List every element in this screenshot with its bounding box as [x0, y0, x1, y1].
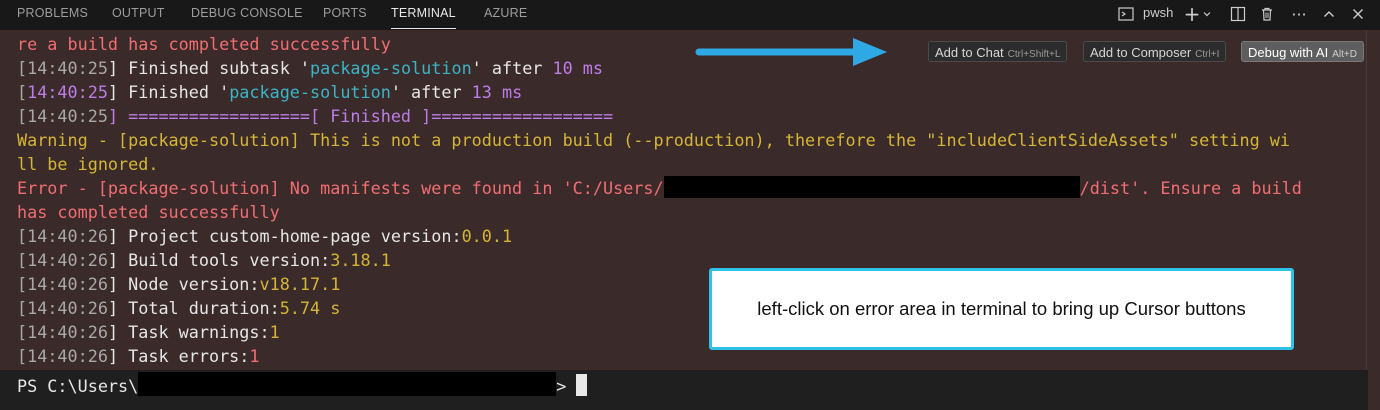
terminal-line: [14:40:26] Project custom-home-page vers… — [17, 226, 513, 246]
timestamp: 14:40:25 — [27, 82, 108, 102]
timestamp: 14:40:26 — [27, 226, 108, 246]
timestamp: 14:40:26 — [27, 250, 108, 270]
panel-tab-bar: PROBLEMS OUTPUT DEBUG CONSOLE PORTS TERM… — [0, 0, 1380, 31]
annotation-callout: left-click on error area in terminal to … — [709, 268, 1294, 350]
task-name: package-solution — [229, 82, 391, 102]
timestamp: 14:40:25 — [27, 58, 108, 78]
terminal-line: has completed successfully — [17, 200, 280, 224]
log-text: ] Finished ' — [107, 82, 230, 102]
log-text: ] Task warnings: — [107, 322, 270, 342]
count-value: 1 — [249, 346, 260, 366]
version-value: v18.17.1 — [259, 274, 341, 294]
annotation-arrow — [695, 38, 887, 66]
terminal-prompt[interactable]: PS C:\Users\ > — [17, 372, 588, 398]
add-to-chat-button[interactable]: Add to Chat Ctrl+Shift+L — [928, 41, 1068, 62]
warning-text: ll be ignored. — [17, 154, 159, 174]
tab-terminal[interactable]: TERMINAL — [391, 0, 456, 30]
log-text: ] Finished subtask ' — [107, 58, 311, 78]
chevron-up-icon[interactable] — [1319, 4, 1339, 24]
error-text: Error - [package-solution] No manifests … — [17, 178, 664, 198]
terminal-line: [14:40:26] Task warnings:1 — [17, 322, 280, 342]
terminal-line: [14:40:25] ==================[ Finished … — [17, 106, 614, 126]
log-text: ] Node version: — [107, 274, 260, 294]
tab-ports[interactable]: PORTS — [323, 0, 367, 30]
prompt-symbol: > — [556, 376, 567, 396]
error-text: /dist'. Ensure a build — [1079, 178, 1302, 198]
scrollbar[interactable] — [1366, 30, 1370, 410]
version-value: 0.0.1 — [461, 226, 513, 246]
terminal-line: [14:40:26] Node version:v18.17.1 — [17, 274, 341, 294]
warning-text: Warning - [package-solution] This is not… — [17, 130, 1290, 150]
terminal-icon[interactable] — [1116, 4, 1136, 24]
redaction-bar — [663, 176, 1080, 198]
terminal-line: ll be ignored. — [17, 152, 158, 176]
close-icon[interactable] — [1348, 4, 1368, 24]
annotation-text: left-click on error area in terminal to … — [757, 298, 1246, 319]
terminal-line: Warning - [package-solution] This is not… — [17, 128, 1290, 152]
task-name: package-solution — [310, 58, 472, 78]
tab-problems[interactable]: PROBLEMS — [17, 0, 88, 30]
duration: 13 ms — [471, 82, 523, 102]
text-cursor — [576, 374, 588, 396]
terminal-line: Error - [package-solution] No manifests … — [17, 176, 1302, 200]
terminal-line: [14:40:26] Build tools version:3.18.1 — [17, 250, 391, 270]
duration: 10 ms — [552, 58, 604, 78]
error-text: re a build has completed successfully — [17, 34, 391, 54]
timestamp: 14:40:26 — [27, 322, 108, 342]
log-text: ] Project custom-home-page version: — [107, 226, 462, 246]
timestamp: 14:40:25 — [27, 106, 108, 126]
add-to-composer-button[interactable]: Add to Composer Ctrl+I — [1083, 41, 1227, 62]
tab-debug-console[interactable]: DEBUG CONSOLE — [191, 0, 303, 30]
chevron-down-icon[interactable] — [1201, 4, 1213, 24]
tab-output[interactable]: OUTPUT — [112, 0, 165, 30]
terminal-line: [14:40:25] Finished subtask 'package-sol… — [17, 58, 604, 78]
finished-banner: ] ==================[ Finished ]========… — [107, 106, 614, 126]
terminal-line: [14:40:25] Finished 'package-solution' a… — [17, 82, 523, 102]
timestamp: 14:40:26 — [27, 346, 108, 366]
trash-icon[interactable] — [1257, 4, 1277, 24]
version-value: 3.18.1 — [330, 250, 391, 270]
timestamp: 14:40:26 — [27, 298, 108, 318]
duration: 5.74 s — [279, 298, 341, 318]
log-text: ] Task errors: — [107, 346, 250, 366]
plus-icon[interactable]: + — [1182, 2, 1202, 26]
terminal-output[interactable]: re a build has completed successfully [1… — [0, 30, 1380, 410]
more-icon[interactable]: ··· — [1289, 4, 1309, 24]
error-text: has completed successfully — [17, 202, 280, 222]
log-text: ' after — [390, 82, 472, 102]
count-value: 1 — [269, 322, 280, 342]
log-text: ] Build tools version: — [107, 250, 331, 270]
log-text: ' after — [471, 58, 553, 78]
terminal-line: re a build has completed successfully — [17, 32, 391, 56]
prompt-text: PS C:\Users\ — [17, 376, 139, 396]
redaction-bar — [138, 372, 557, 396]
tab-azure[interactable]: AZURE — [484, 0, 527, 30]
timestamp: 14:40:26 — [27, 274, 108, 294]
debug-with-ai-button[interactable]: Debug with AI Alt+D — [1241, 41, 1364, 62]
terminal-line: [14:40:26] Task errors:1 — [17, 346, 260, 366]
split-icon[interactable] — [1228, 4, 1248, 24]
log-text: ] Total duration: — [107, 298, 280, 318]
shell-label[interactable]: pwsh — [1143, 0, 1173, 28]
terminal-line: [14:40:26] Total duration:5.74 s — [17, 298, 341, 318]
